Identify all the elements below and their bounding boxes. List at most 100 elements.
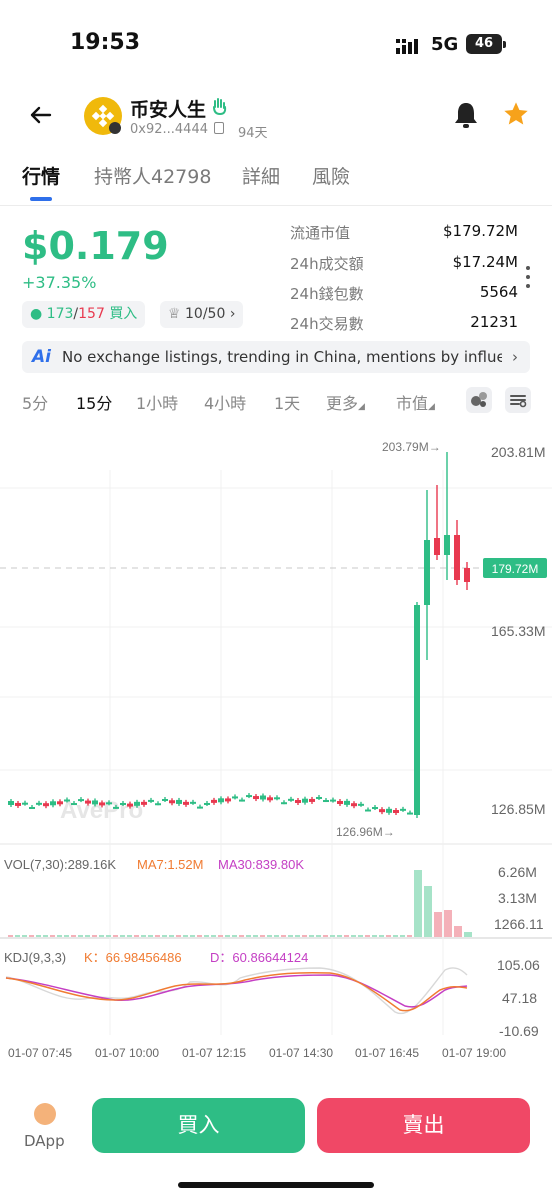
back-arrow-icon[interactable] (26, 100, 56, 130)
favorite-star-icon[interactable] (502, 100, 530, 128)
interval-5m[interactable]: 5分 (22, 390, 48, 414)
dapp-icon[interactable] (34, 1103, 56, 1125)
candle (134, 801, 140, 806)
candle (302, 798, 308, 803)
candle (400, 808, 406, 811)
battery-nub (503, 41, 506, 48)
volume-bar (106, 935, 111, 937)
interval-1d[interactable]: 1天 (274, 390, 300, 414)
candle (36, 802, 42, 805)
candle (78, 799, 84, 802)
candle (267, 797, 273, 801)
buy-sell-count-chip[interactable]: ● 173/157 買入 (22, 301, 146, 328)
hand-badge-icon (213, 98, 227, 115)
volume-bar (323, 935, 328, 937)
more-vertical-icon[interactable] (524, 265, 532, 289)
volume-bar (239, 935, 244, 937)
volume-bar (99, 935, 104, 937)
vol-axis-labels: 6.26M 3.13M 1266.11 (494, 864, 544, 932)
candle (106, 802, 112, 805)
candle (253, 796, 259, 800)
x-tick-1: 01-07 10:00 (95, 1046, 159, 1060)
current-price-label: 179.72M (492, 562, 539, 576)
vol-header: VOL(7,30):289.16K (4, 857, 116, 872)
candle (155, 803, 161, 806)
x-tick-5: 01-07 19:00 (442, 1046, 506, 1060)
candle (407, 812, 413, 815)
candle (393, 809, 399, 813)
copy-icon[interactable] (214, 122, 224, 134)
volume-bar (22, 935, 27, 937)
indicator-tool-icon[interactable] (466, 387, 492, 413)
chart-settings-icon[interactable] (505, 387, 531, 413)
tab-holders[interactable]: 持幣人42798 (94, 162, 211, 189)
tab-market[interactable]: 行情 (22, 162, 60, 189)
interval-more[interactable]: 更多◢ (326, 390, 365, 414)
candle (141, 801, 147, 805)
buy-button[interactable]: 買入 (92, 1098, 305, 1153)
candle (337, 800, 343, 804)
interval-15m[interactable]: 15分 (76, 390, 112, 414)
volume-bar (309, 935, 314, 937)
volume-bar (444, 910, 452, 937)
candle (169, 800, 175, 804)
candle (239, 799, 245, 802)
ai-summary-text: No exchange listings, trending in China,… (62, 348, 502, 366)
candle (358, 803, 364, 806)
interval-mcap[interactable]: 市值◢ (396, 390, 435, 414)
stat-label-wallets: 24h錢包數 (290, 285, 364, 303)
volume-bar (365, 935, 370, 937)
candle (50, 801, 56, 806)
low-marker: 126.96M→ (336, 825, 395, 839)
kdj-d: D：60.86644124 (210, 950, 308, 965)
volume-bar (148, 935, 153, 937)
interval-1h[interactable]: 1小時 (136, 390, 178, 414)
volume-bar (162, 935, 167, 937)
stat-label-volume: 24h成交額 (290, 255, 364, 273)
signal-icon (396, 39, 418, 54)
chevron-right-icon: › (512, 348, 518, 366)
token-logo-icon (84, 97, 122, 135)
volume-bar (358, 935, 363, 937)
volume-bar (169, 935, 174, 937)
bell-icon[interactable] (452, 100, 480, 130)
candle (295, 799, 301, 803)
divider (0, 205, 552, 206)
dropdown-triangle-icon: ◢ (358, 402, 365, 412)
price-chart[interactable]: AvePro 203.81M 165.33M 126.85M 179.72M 2… (0, 430, 552, 1070)
volume-bar (260, 935, 265, 937)
volume-bar (246, 935, 251, 937)
sell-count: 157 (78, 306, 105, 322)
interval-4h[interactable]: 4小時 (204, 390, 246, 414)
token-address[interactable]: 0x92...4444 (130, 122, 208, 137)
volume-bar (183, 935, 188, 937)
sell-button[interactable]: 賣出 (317, 1098, 530, 1153)
stat-value-wallets: 5564 (479, 283, 518, 301)
stat-value-volume: $17.24M (452, 253, 518, 271)
candle (323, 800, 329, 803)
volume-bar (330, 935, 335, 937)
volume-bar (351, 935, 356, 937)
candle (99, 802, 105, 806)
candles (8, 452, 470, 818)
volume-bar (344, 935, 349, 937)
volume-bar (232, 935, 237, 937)
volume-bar (85, 935, 90, 937)
price-change: +37.35% (22, 273, 97, 292)
tab-risk[interactable]: 風險 (312, 162, 350, 189)
tab-details[interactable]: 詳細 (242, 162, 280, 189)
candle (344, 800, 350, 805)
candle (148, 799, 154, 802)
volume-bar (211, 935, 216, 937)
top-holders-chip[interactable]: ♕ 10/50 › (160, 301, 244, 328)
candle (85, 800, 91, 804)
volume-bar (176, 935, 181, 937)
dapp-label[interactable]: DApp (24, 1132, 65, 1150)
candle (414, 605, 420, 815)
interval-mcap-label: 市值 (396, 394, 429, 413)
volume-bar (155, 935, 160, 937)
candle (309, 798, 315, 802)
kdj-tick-0: 105.06 (497, 957, 540, 973)
volume-bar (50, 935, 55, 937)
volume-bar (454, 926, 462, 937)
